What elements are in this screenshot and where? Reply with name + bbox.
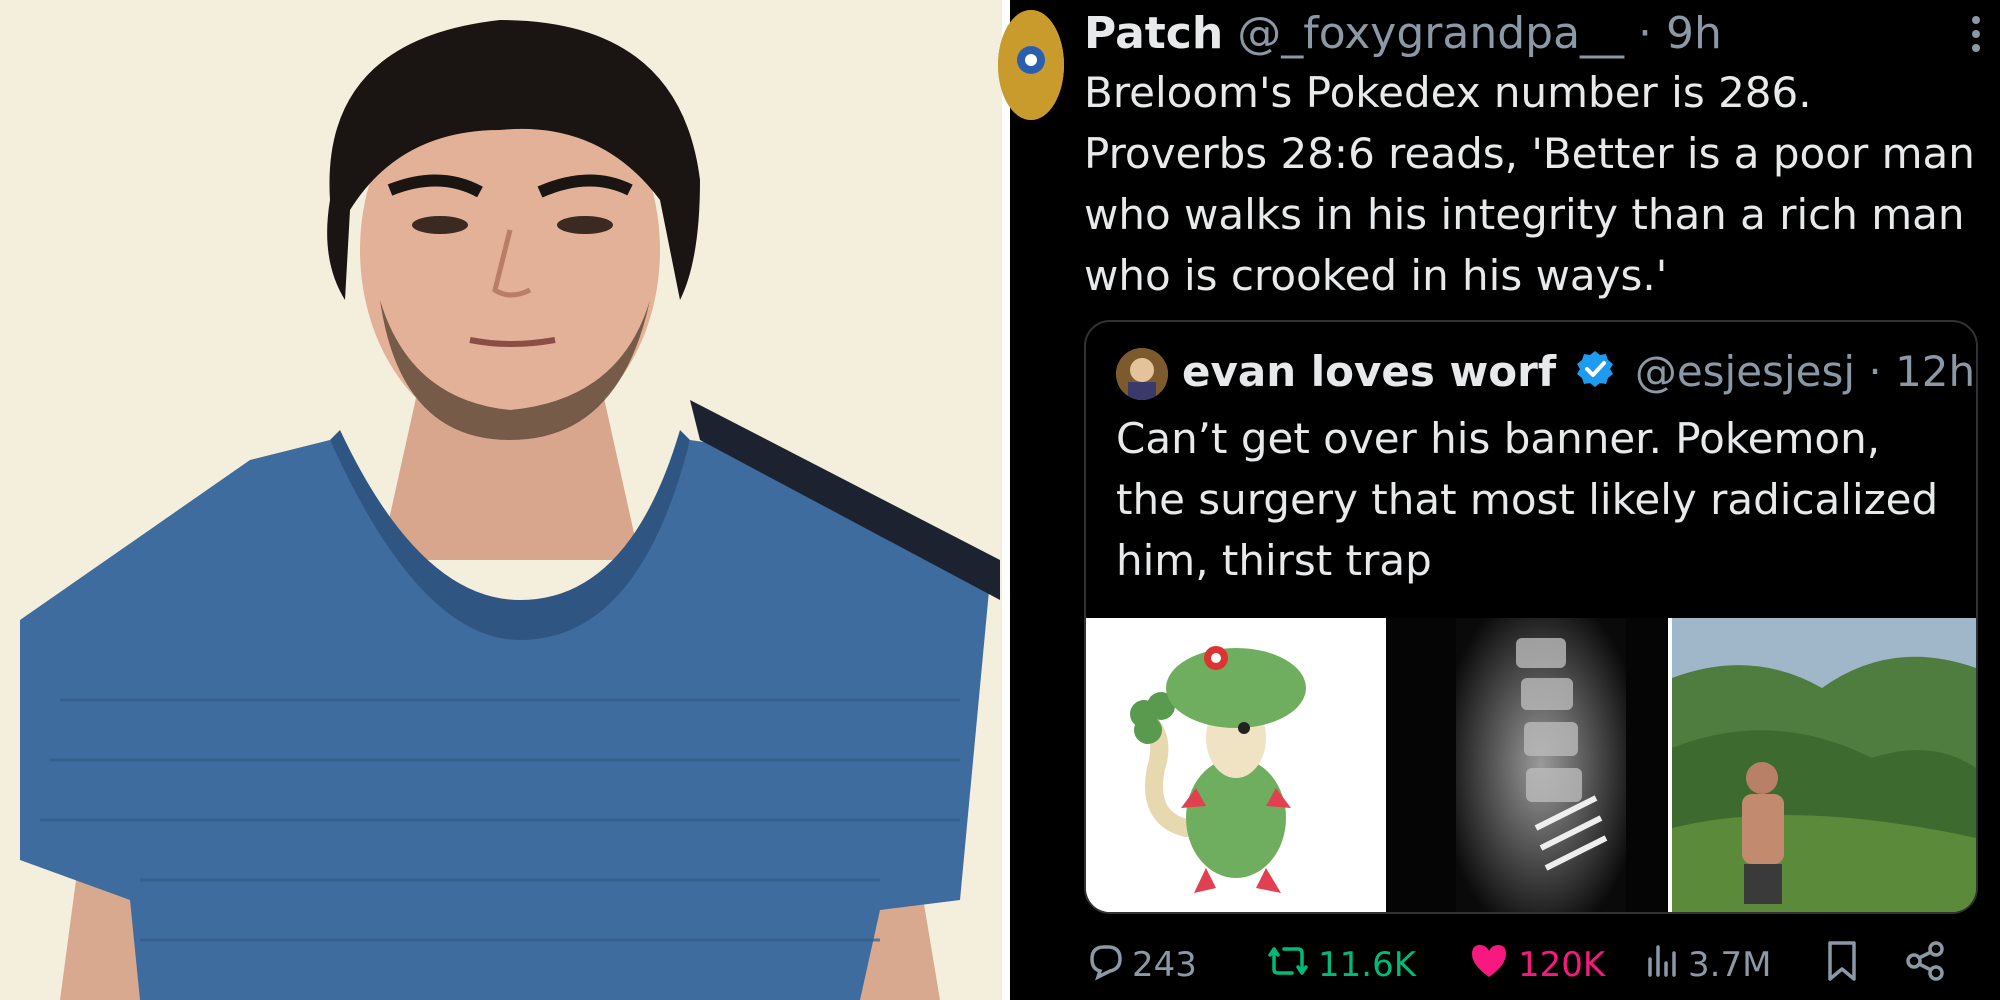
bookmark-icon — [1824, 939, 1860, 992]
bookmark-button[interactable] — [1824, 935, 1860, 995]
tweet[interactable]: Patch @_foxygrandpa__ · 9h Breloom's Pok… — [998, 0, 2000, 1000]
quote-timestamp[interactable]: 12h — [1895, 347, 1975, 396]
like-icon — [1468, 941, 1510, 990]
like-button[interactable]: 120K — [1468, 935, 1605, 995]
tweet-header: Patch @_foxygrandpa__ · 9h — [1084, 6, 1722, 62]
user-avatar[interactable] — [998, 10, 1064, 120]
display-name[interactable]: Patch — [1084, 8, 1223, 59]
views-button[interactable]: 3.7M — [1644, 935, 1771, 995]
share-button[interactable] — [1904, 935, 1946, 995]
reply-icon — [1084, 941, 1124, 990]
timestamp[interactable]: 9h — [1666, 8, 1722, 59]
media-grid — [1086, 618, 1976, 912]
views-icon — [1644, 941, 1680, 990]
reply-count: 243 — [1132, 945, 1197, 985]
person-photo — [0, 0, 1002, 1000]
user-handle[interactable]: @_foxygrandpa__ — [1237, 8, 1624, 59]
separator: · — [1624, 8, 1666, 59]
action-bar: 243 11.6K 120K 3.7M — [1084, 935, 1984, 995]
verified-icon — [1575, 347, 1615, 403]
quote-display-name[interactable]: evan loves worf — [1182, 347, 1556, 396]
quote-separator: · — [1855, 347, 1896, 396]
reply-button[interactable]: 243 — [1084, 935, 1197, 995]
pokemon-image[interactable] — [1086, 618, 1382, 912]
hiking-photo[interactable] — [1672, 618, 1976, 912]
divider — [1002, 0, 1010, 1000]
quote-avatar[interactable] — [1116, 348, 1168, 400]
views-count: 3.7M — [1688, 945, 1772, 985]
tweet-text: Breloom's Pokedex number is 286. Proverb… — [1084, 68, 1975, 300]
repost-icon — [1266, 941, 1310, 990]
quote-handle[interactable]: @esjesjesj — [1635, 347, 1855, 396]
xray-image[interactable] — [1386, 618, 1668, 912]
like-count: 120K — [1518, 945, 1606, 985]
quote-text: Can’t get over his banner. Pokemon, the … — [1116, 414, 1939, 585]
share-icon — [1904, 940, 1946, 991]
more-icon[interactable] — [1970, 14, 1982, 54]
quoted-tweet[interactable]: evan loves worf @esjesjesj · 12h Can’t g… — [1084, 320, 1978, 914]
repost-count: 11.6K — [1318, 945, 1416, 985]
repost-button[interactable]: 11.6K — [1266, 935, 1416, 995]
quote-header: evan loves worf @esjesjesj · 12h — [1182, 344, 1975, 403]
